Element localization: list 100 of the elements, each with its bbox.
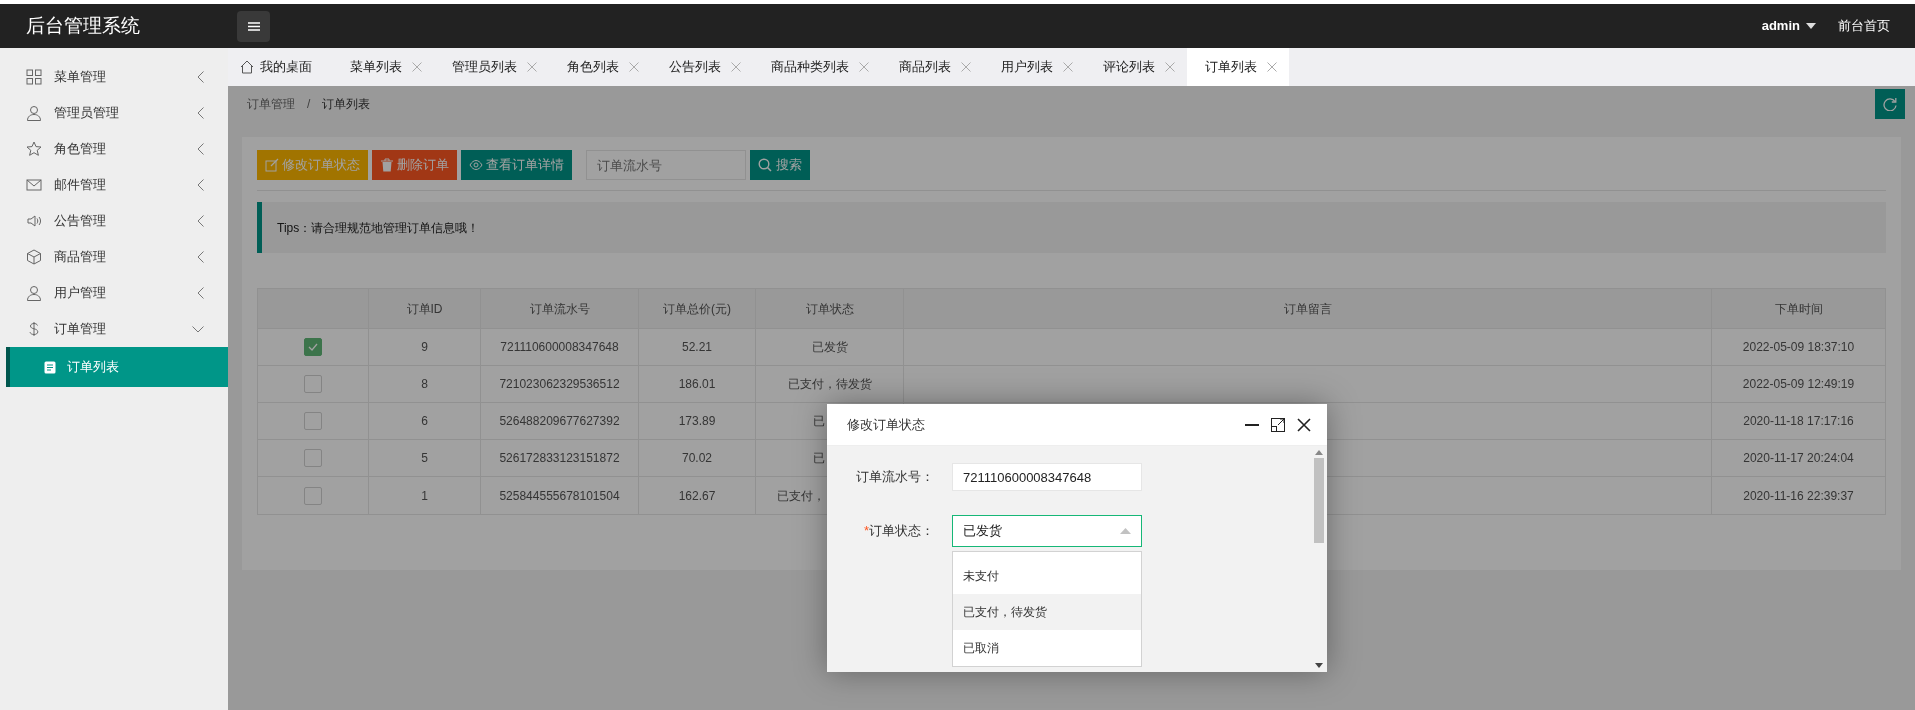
table-cell-text: 已 (813, 450, 825, 467)
table-cell-text: 526172833123151872 (499, 450, 620, 467)
cube-icon (26, 249, 42, 265)
menu-icon (247, 21, 260, 31)
minimize-icon (1245, 423, 1259, 426)
menu-button[interactable] (237, 10, 270, 42)
column-header: 订单状态 (805, 300, 854, 318)
table-cell-text: 721023062329536512 (499, 376, 620, 393)
tab[interactable]: 我的桌面 (228, 48, 332, 86)
close-icon (961, 62, 971, 72)
column-header: 订单ID (406, 300, 443, 318)
dialog-title: 修改订单状态 (847, 415, 926, 434)
table-cell-text: 2020-11-17 20:24:04 (1743, 450, 1854, 467)
column-header: 订单流水号 (529, 300, 590, 318)
row-checkbox[interactable] (304, 486, 322, 505)
close-icon (1165, 62, 1175, 72)
dropdown-option[interactable]: 已取消 (953, 630, 1141, 666)
table-cell-text: 1 (421, 487, 428, 505)
home-link[interactable]: 前台首页 (1838, 16, 1890, 36)
close-icon (1297, 417, 1311, 432)
row-checkbox[interactable] (304, 449, 322, 467)
sidebar-item[interactable]: 邮件管理 (54, 175, 197, 195)
dropdown-option[interactable]: 已支付，待发货 (953, 594, 1141, 630)
dropdown-option[interactable]: 未支付 (953, 558, 1141, 594)
tips-text: Tips：请合理规范地管理订单信息哦！ (277, 219, 480, 237)
sidebar-item[interactable]: 公告管理 (54, 211, 197, 231)
table-cell-text: 721110600008347648 (500, 339, 619, 356)
close-icon (859, 62, 869, 72)
table-cell-text: 2020-11-16 22:39:37 (1743, 487, 1854, 505)
maximize-icon (1271, 417, 1285, 432)
sidebar-item[interactable]: 菜单管理 (54, 67, 197, 87)
close-button[interactable] (1297, 417, 1311, 432)
refresh-button[interactable] (1875, 89, 1905, 119)
scroll-up-icon (1314, 450, 1323, 455)
mail-icon (26, 177, 42, 193)
check-icon (308, 343, 318, 351)
table-cell-text: 8 (421, 376, 428, 393)
star-icon (26, 141, 42, 157)
document-icon (44, 360, 56, 374)
table-cell-text: 2022-05-09 18:37:10 (1742, 339, 1855, 356)
search-field[interactable]: 订单流水号 (586, 150, 746, 180)
breadcrumb-link[interactable]: 订单管理 (247, 95, 295, 113)
row-checkbox[interactable] (304, 338, 322, 356)
tab[interactable]: 评论列表 (1085, 48, 1187, 86)
caret-down-icon (1806, 23, 1816, 29)
table-cell-text: 已发货 (811, 339, 848, 356)
user-menu[interactable]: admin (1761, 16, 1800, 36)
sidebar-subitem[interactable]: 订单列表 (6, 347, 228, 387)
column-header: 订单留言 (1283, 300, 1332, 318)
grid-icon (26, 69, 42, 85)
table-cell-text: 已支付，待发货 (787, 376, 872, 393)
sidebar-item[interactable]: 角色管理 (54, 139, 197, 159)
row-checkbox[interactable] (304, 375, 322, 393)
app-title: 后台管理系统 (25, 13, 141, 38)
close-icon (412, 62, 422, 72)
tab[interactable]: 管理员列表 (434, 48, 549, 86)
table-cell-text: 70.02 (682, 450, 712, 467)
sidebar-item[interactable]: 商品管理 (54, 247, 197, 267)
status-select[interactable]: 已发货 (952, 515, 1142, 547)
scroll-down-icon (1314, 663, 1323, 668)
table-cell-text: 52.21 (682, 339, 712, 356)
table-cell-text: 5 (421, 450, 428, 467)
home-icon (240, 60, 254, 74)
column-header: 订单总价(元) (663, 300, 731, 318)
table-cell-text: 2020-11-18 17:17:16 (1743, 413, 1854, 430)
tab[interactable]: 商品列表 (881, 48, 983, 86)
breadcrumb-link[interactable]: 订单列表 (322, 95, 371, 113)
close-icon (1267, 62, 1277, 72)
sidebar-item[interactable]: 管理员管理 (54, 103, 197, 123)
serial-input[interactable]: 721110600008347648 (952, 463, 1142, 491)
tab[interactable]: 订单列表 (1187, 48, 1289, 86)
caret-up-icon (1120, 528, 1131, 534)
user-icon (26, 105, 42, 121)
row-checkbox[interactable] (304, 412, 322, 430)
table-cell-text: 6 (421, 413, 428, 430)
tab[interactable]: 菜单列表 (332, 48, 434, 86)
refresh-icon (1883, 97, 1897, 111)
close-icon (731, 62, 741, 72)
column-header: 下单时间 (1774, 300, 1823, 318)
eye-icon (469, 158, 483, 172)
sidebar-item[interactable]: 订单管理 (54, 319, 192, 339)
field-label: *订单状态： (862, 522, 935, 541)
speaker-icon (26, 213, 42, 229)
table-cell-text: 已 (813, 413, 825, 430)
table-cell-text: 已支付， (777, 487, 825, 505)
tab[interactable]: 公告列表 (651, 48, 753, 86)
table-cell-text: 186.01 (678, 376, 716, 393)
tab[interactable]: 角色列表 (549, 48, 651, 86)
close-icon (629, 62, 639, 72)
field-label: 订单流水号： (855, 468, 935, 487)
close-icon (527, 62, 537, 72)
tab[interactable]: 商品种类列表 (753, 48, 881, 86)
user-icon (26, 285, 42, 301)
table-cell-text: 9 (421, 339, 428, 356)
maximize-button[interactable] (1271, 417, 1285, 432)
table-cell-text: 525844555678101504 (499, 487, 620, 505)
trash-icon (380, 158, 394, 172)
sidebar-item[interactable]: 用户管理 (54, 283, 197, 303)
tab[interactable]: 用户列表 (983, 48, 1085, 86)
table-cell-text: 162.67 (678, 487, 716, 505)
